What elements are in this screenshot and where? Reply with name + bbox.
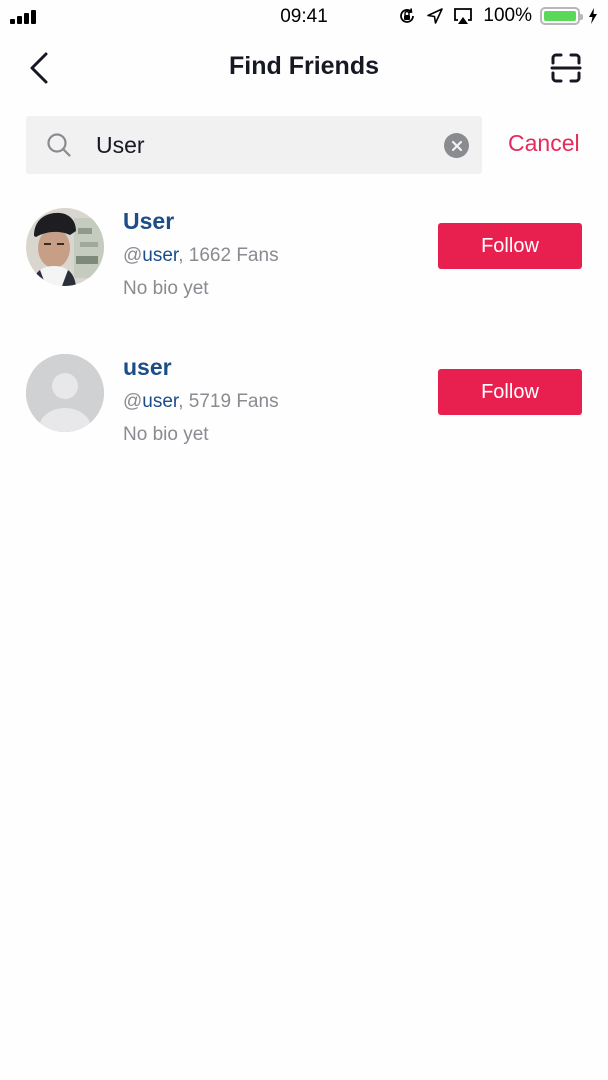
- battery-icon: [540, 7, 583, 25]
- location-icon: [425, 6, 445, 26]
- user-bio: No bio yet: [123, 424, 209, 445]
- airplay-icon: [453, 6, 473, 26]
- user-photo-avatar: [26, 208, 104, 286]
- clear-icon: [451, 140, 462, 151]
- follow-button[interactable]: Follow: [438, 223, 582, 269]
- cancel-button[interactable]: Cancel: [508, 130, 580, 157]
- status-icons: 100%: [397, 5, 598, 27]
- qr-scan-icon: [550, 53, 582, 83]
- follow-button[interactable]: Follow: [438, 369, 582, 415]
- clear-search-button[interactable]: [444, 133, 469, 158]
- search-icon: [47, 133, 71, 157]
- scan-button[interactable]: [548, 50, 584, 86]
- user-display-name[interactable]: user: [123, 354, 172, 381]
- fans-count: , 1662 Fans: [178, 245, 279, 266]
- search-box[interactable]: [26, 116, 482, 174]
- battery-fill: [544, 11, 576, 21]
- search-input[interactable]: [96, 116, 436, 174]
- status-bar: 09:41 100%: [0, 0, 608, 34]
- at-sign: @: [123, 391, 143, 412]
- fans-count: , 5719 Fans: [178, 391, 279, 412]
- user-handle[interactable]: user: [142, 391, 178, 412]
- search-result-item[interactable]: User @user, 1662 Fans No bio yet Follow: [26, 206, 582, 316]
- search-row: Cancel: [26, 116, 586, 174]
- user-bio: No bio yet: [123, 278, 209, 299]
- at-sign: @: [123, 245, 143, 266]
- battery-percent: 100%: [483, 5, 532, 26]
- nav-header: Find Friends: [0, 40, 608, 96]
- orientation-lock-icon: [397, 6, 417, 26]
- avatar[interactable]: [26, 354, 104, 432]
- user-display-name[interactable]: User: [123, 208, 174, 235]
- charging-icon: [588, 6, 598, 26]
- default-avatar-icon: [26, 354, 104, 432]
- search-result-item[interactable]: user @user, 5719 Fans No bio yet Follow: [26, 352, 582, 462]
- page-title: Find Friends: [229, 52, 379, 80]
- user-meta: @user, 1662 Fans: [123, 245, 279, 267]
- avatar[interactable]: [26, 208, 104, 286]
- user-handle[interactable]: user: [142, 245, 178, 266]
- user-meta: @user, 5719 Fans: [123, 391, 279, 413]
